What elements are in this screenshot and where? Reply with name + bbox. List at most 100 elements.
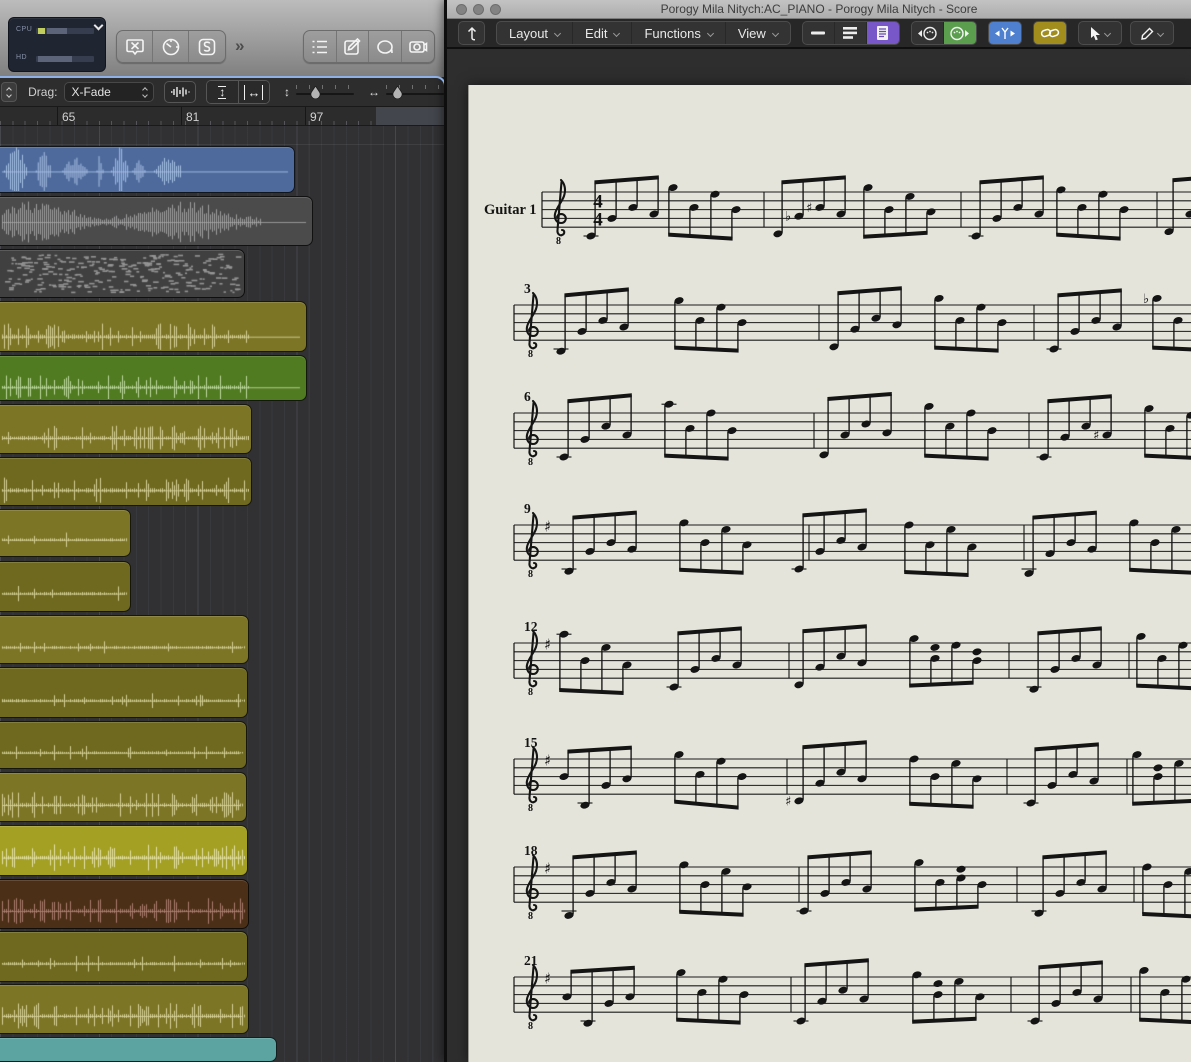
wrapped-view-button[interactable]	[835, 22, 867, 44]
tracks-toolbar: CPU HD »	[0, 0, 447, 77]
window-divider	[444, 0, 447, 1062]
score-titlebar[interactable]: Porogy Mila Nitych:AC_PIANO - Porogy Mil…	[447, 0, 1191, 19]
menu-view[interactable]: View	[726, 22, 790, 44]
svg-text:15: 15	[524, 735, 538, 750]
nudge-stepper[interactable]	[1, 82, 18, 102]
loops-browser-button[interactable]	[369, 31, 402, 62]
ruler-bar-number: 65	[62, 110, 76, 124]
waveform	[0, 1038, 274, 1060]
tracks-control-bar: Drag: X-Fade ↕ ↔ ↕ ↔	[0, 78, 445, 106]
audio-region[interactable]	[0, 825, 248, 876]
audio-region[interactable]	[0, 984, 249, 1034]
notepad-icon	[344, 37, 361, 55]
chevron-down-icon	[771, 29, 779, 37]
performance-meter-button[interactable]	[153, 31, 189, 62]
audio-region[interactable]	[0, 355, 307, 401]
audio-region[interactable]	[0, 196, 313, 246]
chevron-down-icon	[1104, 29, 1112, 37]
bar-ruler[interactable]: 65 81 97	[0, 106, 444, 126]
media-browser-button[interactable]	[402, 31, 434, 62]
menu-functions[interactable]: Functions	[632, 22, 726, 44]
media-browser-icon	[408, 40, 428, 53]
midi-out-button[interactable]	[943, 22, 976, 44]
fit-vertical-button[interactable]: ↕	[206, 81, 238, 103]
discard-recording-button[interactable]	[117, 31, 153, 62]
pencil-tool-button[interactable]	[1129, 21, 1174, 45]
waveform	[0, 197, 310, 244]
audio-region[interactable]	[0, 615, 249, 664]
audio-region[interactable]	[0, 146, 295, 193]
drag-label: Drag:	[28, 85, 58, 99]
instrument-name: Guitar 1	[484, 202, 537, 218]
link-mode-button[interactable]	[1032, 21, 1067, 45]
gauge-icon	[162, 38, 179, 55]
waveform	[0, 826, 245, 874]
waveform-zoom-button[interactable]	[163, 81, 196, 103]
solo-button[interactable]	[189, 31, 225, 62]
audio-region[interactable]	[0, 561, 131, 612]
svg-text:8: 8	[556, 236, 561, 247]
drag-mode-select[interactable]: X-Fade	[64, 82, 154, 102]
cpu-label: CPU	[16, 26, 33, 33]
discard-x-icon	[125, 38, 144, 55]
waveform	[0, 562, 128, 610]
notepad-button[interactable]	[337, 31, 369, 62]
linear-view-button[interactable]	[803, 22, 835, 44]
svg-text:21: 21	[524, 953, 538, 968]
page-view-button[interactable]	[866, 22, 899, 44]
ruler-divider	[181, 107, 182, 125]
chevron-down-icon	[706, 29, 714, 37]
svg-text:♯: ♯	[806, 201, 812, 216]
track-lanes[interactable]	[0, 126, 444, 1062]
svg-text:8: 8	[528, 1021, 533, 1032]
audio-region[interactable]	[0, 931, 248, 982]
audio-region[interactable]	[0, 721, 247, 769]
audio-region[interactable]	[0, 1037, 277, 1062]
score-content: 8 4 4 Guitar 1 ♭ ♯ 8 3 ♭ 8 6 ♯ 8 ♯ 9 8 ♯ 12 8 ♯ 15 ♯ 8 ♯ 18 8 ♯ 21	[447, 51, 1191, 1062]
midi-in-button[interactable]	[912, 22, 944, 44]
audio-region[interactable]	[0, 249, 245, 298]
menu-edit-label: Edit	[585, 25, 608, 41]
audio-region[interactable]	[0, 509, 131, 557]
horizontal-zoom-slider[interactable]	[386, 85, 445, 99]
page-view-icon	[877, 26, 889, 40]
ruler-section	[376, 107, 444, 125]
svg-text:8: 8	[528, 803, 533, 814]
audio-region[interactable]	[0, 404, 252, 454]
ruler-divider	[57, 107, 58, 125]
menu-edit[interactable]: Edit	[573, 22, 633, 44]
drag-mode-value: X-Fade	[71, 85, 111, 99]
audio-region[interactable]	[0, 301, 307, 352]
notation-canvas: 844Guitar 1 ♭♯83♭86♯8♯98♯128♯15♯8♯188♯21	[484, 175, 1191, 1032]
svg-text:18: 18	[524, 843, 538, 858]
svg-text:♭: ♭	[1143, 292, 1149, 307]
ruler-bar-number: 81	[186, 110, 200, 124]
explode-polyphony-button[interactable]	[987, 21, 1022, 45]
waveform	[0, 668, 245, 716]
waveform	[0, 722, 244, 767]
waveform	[0, 356, 304, 399]
audio-region[interactable]	[0, 879, 249, 929]
fit-horizontal-button[interactable]: ↔	[237, 81, 270, 103]
vertical-zoom-slider[interactable]	[296, 85, 355, 99]
hierarchy-up-button[interactable]	[458, 21, 485, 45]
audio-region[interactable]	[0, 457, 252, 506]
toolbar-overflow-chevrons[interactable]: »	[235, 36, 245, 56]
cpu-meter-panel[interactable]: CPU HD	[8, 17, 106, 72]
menu-layout[interactable]: Layout	[497, 22, 574, 44]
audio-region[interactable]	[0, 772, 247, 822]
svg-text:♯: ♯	[1093, 429, 1099, 444]
chevron-down-icon	[613, 29, 621, 37]
chevron-down-icon	[554, 29, 562, 37]
vertical-zoom-zone: ↕	[284, 85, 355, 99]
audio-region[interactable]	[0, 667, 248, 718]
waveform	[0, 147, 292, 191]
pointer-tool-button[interactable]	[1077, 21, 1122, 45]
fit-horizontal-icon: ↔	[244, 84, 264, 100]
svg-text:8: 8	[528, 457, 533, 468]
event-list-button[interactable]	[304, 31, 337, 62]
waveform	[0, 510, 128, 555]
score-page[interactable]: 8 4 4 Guitar 1 ♭ ♯ 8 3 ♭ 8 6 ♯ 8 ♯ 9 8 ♯ 12 8 ♯ 15 ♯ 8 ♯ 18 8 ♯ 21	[468, 85, 1191, 1062]
collide-arrows-icon	[994, 27, 1015, 39]
hd-label: HD	[16, 54, 28, 61]
